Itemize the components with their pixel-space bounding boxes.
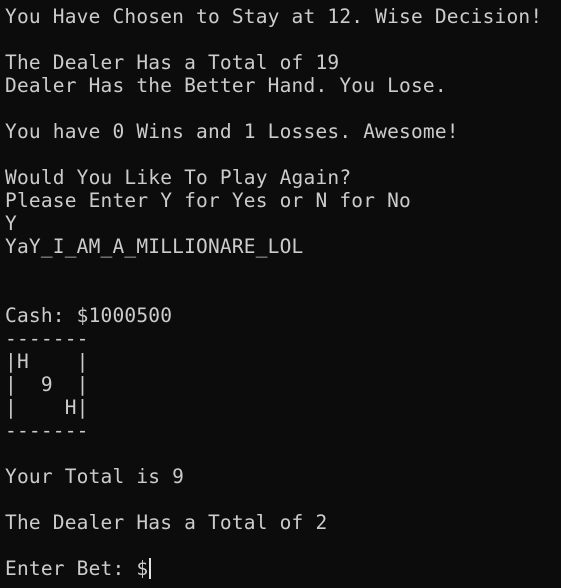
dealer-total-line: The Dealer Has a Total of 2 [5, 511, 328, 534]
dealer-total-line: The Dealer Has a Total of 19 [5, 51, 340, 74]
result-line: Dealer Has the Better Hand. You Lose. [5, 74, 447, 97]
card-row-top: |H | [5, 350, 89, 373]
play-again-instructions: Please Enter Y for Yes or N for No [5, 189, 411, 212]
score-line: You have 0 Wins and 1 Losses. Awesome! [5, 120, 459, 143]
bet-prompt: Enter Bet: $ [5, 557, 149, 580]
player-total-line: Your Total is 9 [5, 465, 185, 488]
message-line: YaY_I_AM_A_MILLIONARE_LOL [5, 235, 304, 258]
terminal-output[interactable]: You Have Chosen to Stay at 12. Wise Deci… [5, 5, 542, 580]
card-border-bottom: ------- [5, 419, 89, 442]
status-line: You Have Chosen to Stay at 12. Wise Deci… [5, 5, 543, 28]
card-row-bottom: | H| [5, 396, 89, 419]
play-again-prompt: Would You Like To Play Again? [5, 166, 352, 189]
cash-line: Cash: $1000500 [5, 304, 173, 327]
card-row-middle: | 9 | [5, 373, 89, 396]
text-cursor [149, 558, 151, 579]
card-border-top: ------- [5, 327, 89, 350]
bet-prompt-line[interactable]: Enter Bet: $ [5, 557, 542, 580]
user-input-line: Y [5, 212, 17, 235]
